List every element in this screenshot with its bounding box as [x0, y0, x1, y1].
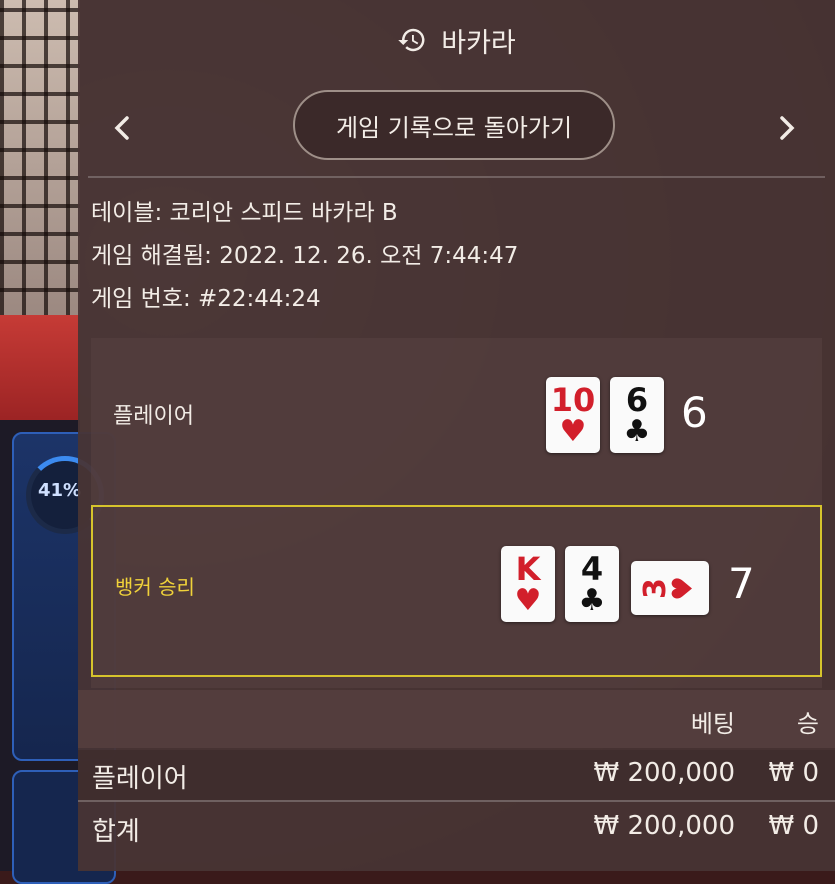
banker-hand-row: 뱅커 승리 K ♥ 4 ♣ 3 ♥ 7	[91, 505, 822, 677]
background-lattice	[0, 0, 80, 320]
total-row: 합계 ₩ 200,000 ₩ 0	[78, 803, 835, 853]
game-info: 테이블: 코리안 스피드 바카라 B 게임 해결됨: 2022. 12. 26.…	[78, 178, 835, 321]
game-number-line: 게임 번호: #22:44:24	[91, 278, 835, 321]
card-rank: 4	[580, 550, 604, 588]
history-icon	[398, 28, 425, 52]
banker-win-label: 뱅커 승리	[115, 575, 195, 599]
panel-title: 바카라	[441, 27, 516, 59]
row-bet: ₩ 200,000	[593, 758, 736, 788]
total-win: ₩ 0	[768, 811, 819, 841]
resolved-value: 2022. 12. 26. 오전 7:44:47	[219, 243, 519, 269]
bets-table-header: 베팅 승	[78, 690, 835, 748]
playing-card: 6 ♣	[610, 377, 664, 453]
next-game-chevron-right-icon[interactable]	[767, 108, 807, 148]
row-win: ₩ 0	[768, 758, 819, 788]
player-score: 6	[681, 388, 708, 437]
table-row: 플레이어 ₩ 200,000 ₩ 0	[78, 750, 835, 802]
back-to-history-button[interactable]: 게임 기록으로 돌아가기	[293, 90, 615, 160]
banker-score: 7	[728, 559, 755, 608]
playing-card-horizontal: 3 ♥	[631, 561, 709, 615]
heart-icon: ♥	[665, 575, 699, 601]
nav-row: 게임 기록으로 돌아가기	[88, 80, 825, 178]
table-info-line: 테이블: 코리안 스피드 바카라 B	[91, 192, 835, 235]
resolved-label: 게임 해결됨:	[91, 243, 212, 269]
result-box: 플레이어 10 ♥ 6 ♣ 6 뱅커 승리 K ♥ 4 ♣ 3 ♥ 7	[91, 338, 822, 688]
row-name: 플레이어	[92, 764, 188, 794]
player-hand-label: 플레이어	[113, 404, 194, 429]
playing-card: 4 ♣	[565, 546, 619, 622]
total-name: 합계	[92, 817, 140, 847]
table-value: 코리안 스피드 바카라 B	[169, 200, 398, 226]
total-bet: ₩ 200,000	[593, 811, 736, 841]
card-rank: 6	[625, 381, 649, 419]
game-number-value: #22:44:24	[198, 286, 321, 312]
panel-header: 바카라	[78, 0, 835, 80]
bet-column-header: 베팅	[690, 710, 735, 738]
bet-percent: 41%	[38, 480, 82, 501]
resolved-info-line: 게임 해결됨: 2022. 12. 26. 오전 7:44:47	[91, 235, 835, 278]
game-history-panel: 바카라 게임 기록으로 돌아가기 테이블: 코리안 스피드 바카라 B 게임 해…	[78, 0, 835, 871]
heart-icon: ♥	[514, 583, 542, 618]
player-hand-row: 플레이어 10 ♥ 6 ♣ 6	[91, 338, 822, 503]
playing-card: 10 ♥	[546, 377, 600, 453]
card-rank: K	[515, 550, 541, 588]
win-column-header: 승	[796, 710, 819, 738]
club-icon: ♣	[578, 583, 606, 618]
heart-icon: ♥	[559, 414, 587, 449]
card-rank: 10	[550, 381, 596, 419]
club-icon: ♣	[623, 414, 651, 449]
game-number-label: 게임 번호:	[91, 286, 191, 312]
table-label: 테이블:	[91, 200, 163, 226]
prev-game-chevron-left-icon[interactable]	[102, 108, 142, 148]
playing-card: K ♥	[501, 546, 555, 622]
